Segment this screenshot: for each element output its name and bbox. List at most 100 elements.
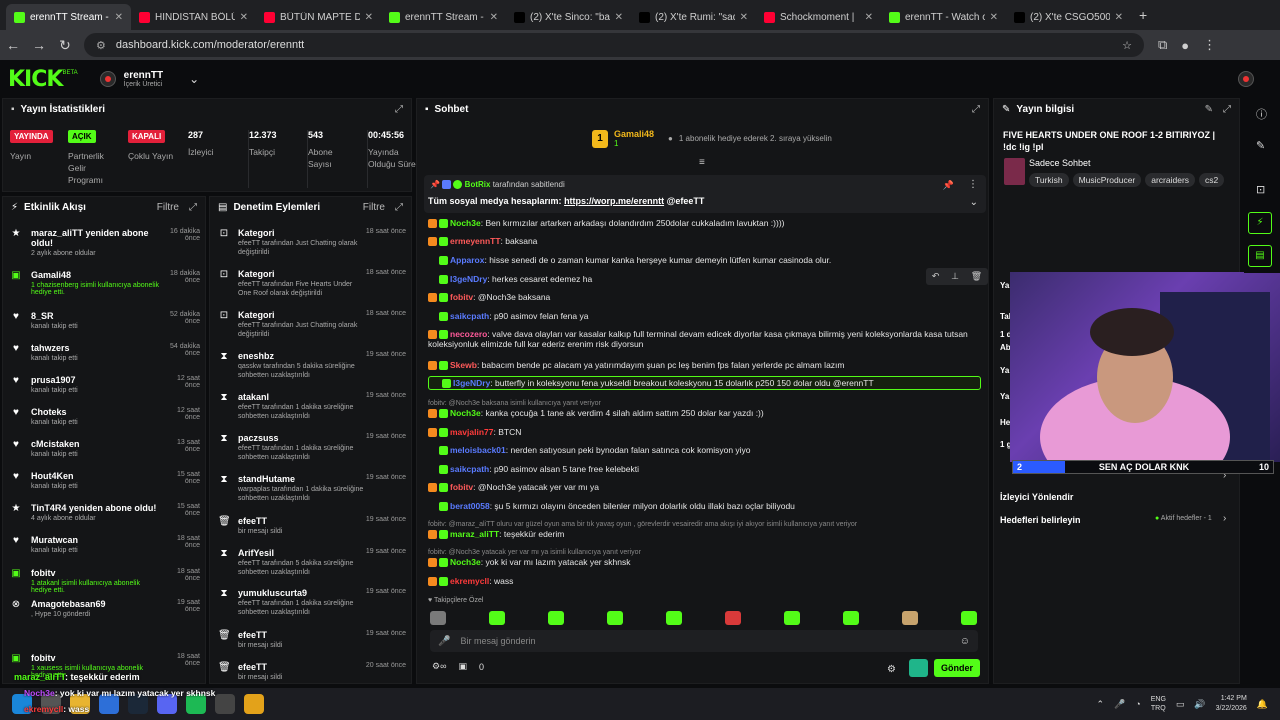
active-goals-note[interactable]: ● Aktif hedefler - 1 xyxy=(1155,515,1212,522)
emote-icon[interactable] xyxy=(666,611,682,625)
obs-icon[interactable] xyxy=(215,694,235,714)
extensions-icon[interactable]: ⧉ xyxy=(1158,37,1167,53)
chat-username[interactable]: fobitv xyxy=(450,292,473,302)
mic-icon[interactable]: 🎤 xyxy=(438,636,450,647)
profile-avatar[interactable] xyxy=(1238,71,1254,87)
bookmark-star-icon[interactable]: ☆ xyxy=(1122,39,1132,52)
reply-icon[interactable]: ↶ xyxy=(932,271,940,282)
activity-item[interactable]: ♥ prusa1907 kanalı takip etti 12 saat önce xyxy=(10,375,200,405)
activity-item[interactable]: ★ TinT4R4 yeniden abone oldu! 4 aylık abon… xyxy=(10,503,200,533)
emote-icon[interactable] xyxy=(725,611,741,625)
moderation-filter-button[interactable]: Filtre xyxy=(363,202,385,213)
moderation-item[interactable]: ⧗ standHutame warpaplas tarafından 1 dakik… xyxy=(218,474,406,506)
moderation-item[interactable]: ⊡ Kategori efeeTT tarafından Just Chatting… xyxy=(218,228,406,260)
chat-message[interactable]: Apparox: hisse senedi de o zaman kumar k… xyxy=(428,255,983,266)
emote-icon[interactable] xyxy=(489,611,505,625)
chat-message[interactable]: Noch3e: kanka çocuğa 1 tane ak verdim 4 … xyxy=(428,408,983,419)
stream-setting-row[interactable]: Ya xyxy=(1000,281,1009,290)
language-indicator[interactable]: ENG TRQ xyxy=(1151,695,1166,713)
chat-username[interactable]: fobitv xyxy=(450,482,473,492)
close-icon[interactable]: ✕ xyxy=(865,12,873,23)
chevron-right-icon[interactable]: › xyxy=(1223,513,1226,524)
focus-icon[interactable]: ⊡ xyxy=(1256,183,1265,196)
pin-message-icon[interactable]: ⊥ xyxy=(951,271,959,282)
browser-tab[interactable]: erennTT Stream - Kick ✕ xyxy=(6,4,131,30)
activity-item[interactable]: ♥ 8_SR kanalı takip etti 52 dakika önce xyxy=(10,311,200,341)
kick-bot-icon[interactable] xyxy=(909,659,928,677)
bolt-icon[interactable]: ⚡ xyxy=(1248,212,1272,234)
clock[interactable]: 1:42 PM 3/22/2026 xyxy=(1216,694,1247,714)
chest-icon[interactable]: ▣ xyxy=(458,661,467,672)
chat-username[interactable]: mavjalin77 xyxy=(450,427,493,437)
close-icon[interactable]: ✕ xyxy=(615,12,623,23)
emote-icon[interactable] xyxy=(961,611,977,625)
moderation-item[interactable]: 🗑 efeeTT bir mesajı sildi 19 saat önce xyxy=(218,630,406,662)
delete-icon[interactable]: 🗑 xyxy=(971,271,982,282)
chat-message[interactable]: saikcpath: p90 asimov alsan 5 tane free … xyxy=(428,464,983,475)
browser-tab[interactable]: BÜTÜN MAPTE DOL ✕ xyxy=(256,4,381,30)
chat-username[interactable]: saikcpath xyxy=(450,464,489,474)
viewer-redirect-row[interactable]: İzleyici Yönlendir xyxy=(1000,492,1073,502)
menu-icon[interactable]: ⋮ xyxy=(1203,37,1216,53)
info-icon[interactable]: ⓘ xyxy=(1256,106,1267,122)
browser-tab[interactable]: (2) X'te Sinco: "bayra ✕ xyxy=(506,4,631,30)
chat-message[interactable]: berat0058: şu 5 kırmızı olayını önceden … xyxy=(428,501,983,512)
settings-gear-icon[interactable]: ⚙ xyxy=(887,664,896,675)
send-button[interactable]: Gönder xyxy=(934,659,980,677)
url-field[interactable]: ⚙ dashboard.kick.com/moderator/erenntt ☆ xyxy=(84,33,1144,57)
activity-item[interactable]: ♥ Muratwcan kanalı takip etti 18 saat önce xyxy=(10,535,200,565)
browser-tab[interactable]: (2) X'te CSGO500: "V ✕ xyxy=(1006,4,1131,30)
moderation-item[interactable]: ⧗ atakanl efeeTT tarafından 1 dakika sürel… xyxy=(218,392,406,424)
new-tab-icon[interactable]: + xyxy=(1139,7,1147,23)
document-icon[interactable]: ▤ xyxy=(1248,245,1272,267)
expand-icon[interactable]: ⤢ xyxy=(972,104,980,115)
activity-item[interactable]: ♥ cMcistaken kanalı takip etti 13 saat önce xyxy=(10,439,200,469)
stream-setting-row[interactable]: He xyxy=(1000,418,1010,427)
channel-switcher[interactable]: erennTT İçerik Üretici xyxy=(124,70,163,88)
edit-icon[interactable]: ✎ xyxy=(1205,104,1213,115)
moderation-item[interactable]: 🗑 efeeTT bir mesajı sildi 19 saat önce xyxy=(218,516,406,548)
moderation-item[interactable]: ⧗ paczsuss efeeTT tarafından 1 dakika süre… xyxy=(218,433,406,465)
activity-item[interactable]: ▣ fobitv 1 atakanl isimli kullanıcıya abon… xyxy=(10,568,200,598)
chat-message[interactable]: ekremycll: wass xyxy=(428,576,983,587)
chat-message[interactable]: Noch3e: yok ki var mı lazım yatacak yer … xyxy=(428,557,983,568)
browser-tab[interactable]: erennTT Stream - Wa ✕ xyxy=(381,4,506,30)
moderation-item[interactable]: ⧗ yumukluscurta9 efeeTT tarafından 1 dakik… xyxy=(218,588,406,620)
chevron-up-icon[interactable]: ⌃ xyxy=(1097,699,1105,710)
expand-icon[interactable]: ⤢ xyxy=(189,202,197,213)
expand-icon[interactable]: ⤢ xyxy=(395,202,403,213)
chat-message[interactable]: fobitv: @Noch3e yatacak yer var mı ya xyxy=(428,482,983,493)
activity-item[interactable]: ♥ Hout4Ken kanalı takip etti 15 saat önce xyxy=(10,471,200,501)
chat-username[interactable]: maraz_aliTT xyxy=(450,529,499,539)
emoji-icon[interactable]: ☺ xyxy=(960,636,970,647)
chat-username[interactable]: necozero xyxy=(450,329,487,339)
emote-icon[interactable] xyxy=(784,611,800,625)
activity-item[interactable]: ♥ tahwzers kanalı takip etti 54 dakika önce xyxy=(10,343,200,373)
mic-icon[interactable]: 🎤 xyxy=(1114,699,1125,710)
chat-username[interactable]: Noch3e xyxy=(450,557,481,567)
emote-icon[interactable] xyxy=(843,611,859,625)
close-icon[interactable]: ✕ xyxy=(240,12,248,23)
chat-message[interactable]: Noch3e: Ben kırmızılar artarken arkadaşı… xyxy=(428,218,983,229)
activity-item[interactable]: ★ maraz_aliTT yeniden abone oldu! 2 aylık … xyxy=(10,228,200,258)
notifications-icon[interactable]: 🔔 xyxy=(1257,699,1268,710)
chat-message[interactable]: maraz_aliTT: teşekkür ederim xyxy=(428,529,983,540)
stream-tag[interactable]: arcraiders xyxy=(1145,173,1196,187)
chat-username[interactable]: meloisback01 xyxy=(450,445,506,455)
chat-message[interactable]: I3geNDry: herkes cesaret edemez ha xyxy=(428,274,983,285)
chat-message[interactable]: mavjalin77: BTCN xyxy=(428,427,983,438)
close-icon[interactable]: ✕ xyxy=(1115,12,1123,23)
more-options-icon[interactable]: ⋮ xyxy=(968,179,978,190)
chat-username[interactable]: saikcpath xyxy=(450,311,489,321)
chat-username[interactable]: Noch3e xyxy=(450,408,481,418)
chat-message[interactable]: Skewb: babacım bende pc alacam ya yatırı… xyxy=(428,360,983,371)
moderation-item[interactable]: ⧗ eneshbz qasskw tarafından 5 dakika sürel… xyxy=(218,351,406,383)
kick-logo[interactable]: KICK xyxy=(8,67,63,92)
category-name[interactable]: Sadece Sohbet xyxy=(1029,158,1091,168)
collapse-icon[interactable]: ≡ xyxy=(699,157,705,168)
channel-points-icon[interactable]: ⚙∞ xyxy=(432,661,446,672)
expand-icon[interactable]: ⤢ xyxy=(1223,104,1231,115)
expand-icon[interactable]: ⤢ xyxy=(395,104,403,115)
activity-item[interactable]: ⊗ Amagotebasan69 , Hype 10 gönderdi 19 saat… xyxy=(10,599,200,629)
chat-username[interactable]: ermeyennTT xyxy=(450,236,501,246)
